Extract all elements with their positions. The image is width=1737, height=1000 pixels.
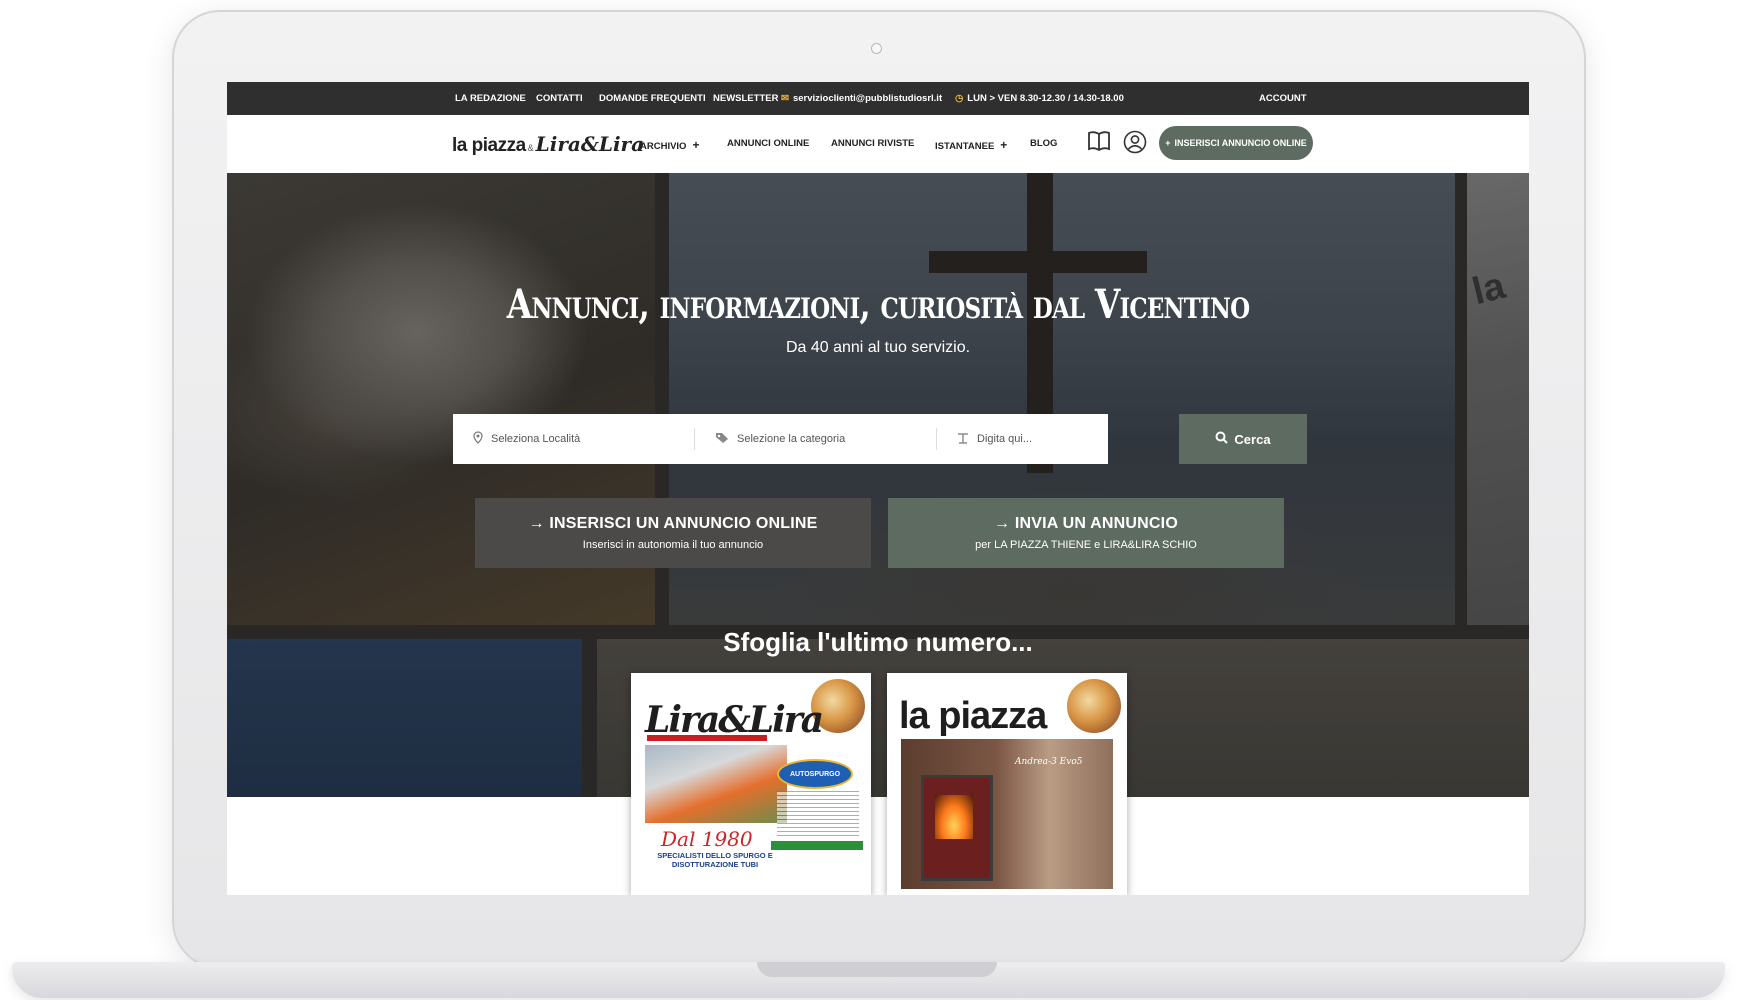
tag-icon bbox=[715, 432, 729, 447]
topbar-link-redazione[interactable]: LA REDAZIONE bbox=[455, 93, 526, 104]
laptop-notch bbox=[757, 962, 997, 977]
text-cursor-icon bbox=[957, 432, 969, 447]
topbar-email[interactable]: ✉ servizioclienti@pubblistudiosrl.it bbox=[781, 93, 942, 104]
logo-main: la piazza bbox=[452, 135, 526, 156]
cover-brand-badge: AUTOSPURGO bbox=[777, 759, 853, 789]
topbar-link-newsletter[interactable]: NEWSLETTER bbox=[713, 93, 778, 104]
nav-archivio-label: ARCHIVIO bbox=[640, 141, 687, 152]
hero-subtitle: Da 40 anni al tuo servizio. bbox=[785, 339, 971, 356]
topbar-link-faq[interactable]: DOMANDE FREQUENTI bbox=[599, 93, 706, 104]
send-ad-title: → INVIA UN ANNUNCIO bbox=[888, 515, 1284, 533]
magazine-cover-la-piazza[interactable]: la piazza Andrea-3 Evo5 bbox=[887, 673, 1127, 895]
nav-archivio[interactable]: ARCHIVIO + bbox=[640, 138, 699, 152]
camera-icon bbox=[871, 43, 882, 54]
topbar-hours: ◷ LUN > VEN 8.30-12.30 / 14.30-18.00 bbox=[955, 93, 1124, 104]
nav-annunci-online[interactable]: ANNUNCI ONLINE bbox=[727, 138, 809, 149]
send-ad-title-text: INVIA UN ANNUNCIO bbox=[1014, 515, 1178, 532]
insert-ad-nav-button[interactable]: + INSERISCI ANNUNCIO ONLINE bbox=[1159, 126, 1313, 160]
mail-icon: ✉ bbox=[781, 93, 789, 104]
location-select[interactable]: Seleziona Località bbox=[453, 414, 695, 464]
location-placeholder: Seleziona Località bbox=[491, 433, 581, 445]
search-icon bbox=[1215, 431, 1229, 447]
logo-amp: & bbox=[527, 143, 534, 153]
content-area bbox=[227, 797, 1529, 895]
nav-istantanee[interactable]: ISTANTANEE + bbox=[935, 138, 1007, 152]
cover-article-text bbox=[777, 791, 859, 837]
logo-secondary: Lira&Lira bbox=[535, 132, 645, 156]
search-button-label: Cerca bbox=[1234, 431, 1271, 447]
arrow-right-icon: → bbox=[994, 515, 1015, 532]
top-bar: LA REDAZIONE CONTATTI DOMANDE FREQUENTI … bbox=[227, 82, 1529, 115]
clock-icon: ◷ bbox=[955, 93, 964, 104]
cover-since: Dal 1980 bbox=[661, 827, 753, 851]
insert-online-ad-subtitle: Inserisci in autonomia il tuo annuncio bbox=[582, 539, 764, 551]
book-icon[interactable] bbox=[1087, 130, 1111, 157]
magazine-cover-lira-lira[interactable]: Lira&Lira AUTOSPURGO Dal 1980 SPECIALIST… bbox=[631, 673, 871, 895]
search-input[interactable]: Digita qui... bbox=[937, 414, 1182, 464]
category-select[interactable]: Selezione la categoria bbox=[695, 414, 937, 464]
site-logo[interactable]: la piazza & Lira&Lira bbox=[452, 132, 644, 157]
insert-online-ad-title: → INSERISCI UN ANNUNCIO ONLINE bbox=[475, 515, 871, 533]
search-bar: Seleziona Località Selezione la categori… bbox=[453, 414, 1108, 464]
cover-dateline bbox=[647, 735, 767, 741]
plus-icon: + bbox=[692, 138, 700, 152]
nav-annunci-riviste[interactable]: ANNUNCI RIVISTE bbox=[831, 138, 914, 149]
cover-masthead: la piazza bbox=[899, 695, 1047, 737]
latest-issue-heading: Sfoglia l'ultimo numero... bbox=[723, 627, 1033, 657]
cover-ad-text: Andrea-3 Evo5 bbox=[1015, 757, 1083, 767]
fire-shape bbox=[935, 795, 973, 839]
location-pin-icon bbox=[473, 431, 483, 447]
topbar-email-text: servizioclienti@pubblistudiosrl.it bbox=[792, 93, 943, 104]
send-ad-subtitle: per LA PIAZZA THIENE e LIRA&LIRA SCHIO bbox=[975, 539, 1197, 551]
topbar-hours-text: LUN > VEN 8.30-12.30 / 14.30-18.00 bbox=[967, 93, 1124, 104]
nav-blog[interactable]: BLOG bbox=[1030, 138, 1057, 149]
send-ad-cta[interactable]: → INVIA UN ANNUNCIO per LA PIAZZA THIENE… bbox=[888, 498, 1284, 568]
hero-section: la Annunci, informazioni, curiosità dal … bbox=[227, 173, 1529, 797]
website-screen: LA REDAZIONE CONTATTI DOMANDE FREQUENTI … bbox=[227, 82, 1529, 895]
main-navbar: la piazza & Lira&Lira ARCHIVIO + ANNUNCI ON… bbox=[227, 115, 1529, 174]
food-photo bbox=[1065, 677, 1123, 735]
topbar-account[interactable]: ACCOUNT bbox=[1259, 93, 1307, 104]
cover-truck-photo bbox=[645, 745, 787, 823]
user-account-icon[interactable] bbox=[1123, 130, 1147, 159]
search-button[interactable]: Cerca bbox=[1179, 414, 1307, 464]
insert-online-ad-cta[interactable]: → INSERISCI UN ANNUNCIO ONLINE Inserisci… bbox=[475, 498, 871, 568]
plus-icon: + bbox=[1165, 138, 1171, 148]
topbar-link-contatti[interactable]: CONTATTI bbox=[536, 93, 583, 104]
category-placeholder: Selezione la categoria bbox=[737, 433, 846, 445]
cover-green-band bbox=[771, 841, 863, 850]
search-placeholder: Digita qui... bbox=[977, 433, 1033, 445]
hero-overlay bbox=[227, 173, 1529, 797]
cover-tagline: SPECIALISTI DELLO SPURGO E DISOTTURAZION… bbox=[657, 851, 773, 869]
plus-icon: + bbox=[1000, 138, 1008, 152]
hero-title: Annunci, informazioni, curiosità dal Vic… bbox=[506, 281, 1250, 328]
nav-istantanee-label: ISTANTANEE bbox=[935, 141, 995, 152]
arrow-right-icon: → bbox=[528, 515, 550, 532]
insert-online-ad-title-text: INSERISCI UN ANNUNCIO ONLINE bbox=[549, 515, 818, 532]
insert-ad-nav-label: INSERISCI ANNUNCIO ONLINE bbox=[1174, 138, 1307, 148]
